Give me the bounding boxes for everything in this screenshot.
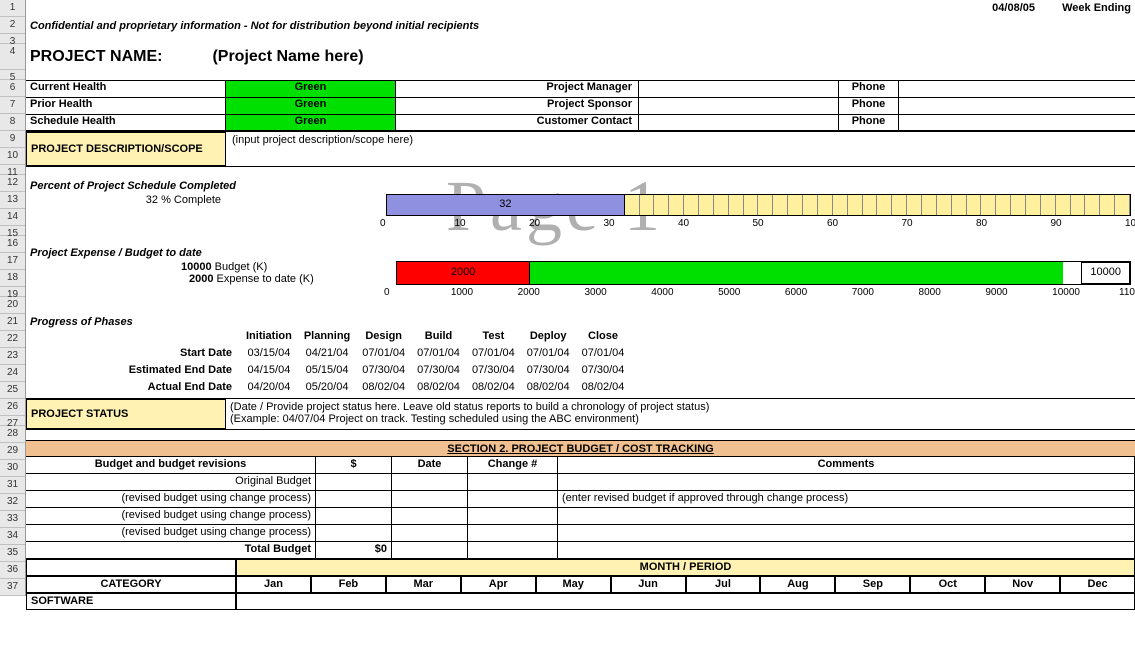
month-column-header: Jan [236,576,311,593]
month-column-header: Mar [386,576,461,593]
section-2-header: SECTION 2. PROJECT BUDGET / COST TRACKIN… [26,440,1135,457]
phase-column: Deploy07/01/0407/30/0408/02/04 [521,330,576,398]
category-software[interactable]: SOFTWARE [26,593,236,610]
health-row: Prior Health Green Project Sponsor Phone [26,97,1135,114]
phase-column: Design07/01/0407/30/0408/02/04 [356,330,411,398]
schedule-progress-remaining [625,195,1130,215]
phase-row-label: Estimated End Date [30,364,232,381]
budget-header: Comments [558,457,1135,473]
category-header: CATEGORY [26,576,236,593]
category-row: SOFTWARE [26,593,1135,610]
project-name-value[interactable]: (Project Name here) [212,48,363,66]
expense-bar-green [530,262,1063,284]
health-status[interactable]: Green [226,81,396,97]
month-column-header: Sep [835,576,910,593]
month-period-header: MONTH / PERIOD [236,559,1135,576]
phase-column: Initiation03/15/0404/15/0404/20/04 [240,330,298,398]
phase-column: Build07/01/0407/30/0408/02/04 [411,330,466,398]
budget-table: Budget and budget revisions $ Date Chang… [26,457,1135,559]
month-row: CATEGORY JanFebMarAprMayJunJulAugSepOctN… [26,576,1135,593]
phase-row-label: Actual End Date [30,381,232,398]
schedule-progress-bar: 32 [386,194,1131,216]
phase-column: Test07/01/0407/30/0408/02/04 [466,330,521,398]
row-numbers-gutter: 1234567891011121314151617181920212223242… [0,0,26,596]
budget-row: (revised budget using change process)(en… [26,491,1135,508]
expense-axis: 0100020003000400050006000700080009000100… [396,287,1131,303]
week-ending-label: Week Ending [1062,2,1131,14]
expense-label-text: Expense to date (K) [217,273,314,285]
project-status-label: PROJECT STATUS [26,399,226,429]
project-status-text[interactable]: (Date / Provide project status here. Lea… [226,399,1135,429]
phase-row-label: Start Date [30,347,232,364]
total-budget-value: $0 [316,542,392,558]
health-table: Current Health Green Project Manager Pho… [26,80,1135,131]
expense-label: Project Expense / Budget to date [26,247,202,259]
total-budget-label: Total Budget [26,542,316,558]
month-column-header: Nov [985,576,1060,593]
month-column-header: Dec [1060,576,1135,593]
budget-value: 10000 [181,261,212,273]
project-description-label: PROJECT DESCRIPTION/SCOPE [26,132,226,166]
month-column-header: Oct [910,576,985,593]
phases-table: Start Date Estimated End Date Actual End… [26,330,1135,398]
spreadsheet-body: Page 1 04/08/05 Week Ending Confidential… [26,0,1135,610]
schedule-axis: 0102030405060708090100 [386,218,1131,234]
budget-row: Original Budget [26,474,1135,491]
pct-complete-text: 32 % Complete [26,194,226,206]
phases-title: Progress of Phases [26,316,133,328]
health-row: Schedule Health Green Customer Contact P… [26,114,1135,131]
project-description-row: PROJECT DESCRIPTION/SCOPE (input project… [26,131,1135,167]
expense-value: 2000 [189,273,213,285]
schedule-completed-label: Percent of Project Schedule Completed [26,180,236,192]
project-name-label: PROJECT NAME: [26,48,162,66]
budget-header: $ [316,457,392,473]
month-column-header: Jun [611,576,686,593]
health-status[interactable]: Green [226,115,396,130]
expense-end-label: 10000 [1081,262,1130,284]
month-column-header: Jul [686,576,761,593]
project-description-input[interactable]: (input project description/scope here) [226,132,1135,166]
budget-label: Budget (K) [215,261,268,273]
phase-column: Close07/01/0407/30/0408/02/04 [576,330,631,398]
budget-row: (revised budget using change process) [26,525,1135,542]
project-status-row: PROJECT STATUS (Date / Provide project s… [26,398,1135,430]
health-row: Current Health Green Project Manager Pho… [26,80,1135,97]
month-column-header: Aug [760,576,835,593]
health-status[interactable]: Green [226,98,396,114]
confidential-notice: Confidential and proprietary information… [26,20,479,32]
month-column-header: Feb [311,576,386,593]
expense-bar-red: 2000 [397,262,530,284]
budget-header: Change # [468,457,558,473]
header-date: 04/08/05 [992,2,1035,14]
budget-header: Budget and budget revisions [26,457,316,473]
month-column-header: Apr [461,576,536,593]
budget-row: (revised budget using change process) [26,508,1135,525]
phase-column: Planning04/21/0405/15/0405/20/04 [298,330,356,398]
month-column-header: May [536,576,611,593]
budget-header: Date [392,457,468,473]
schedule-progress-fill: 32 [387,195,625,215]
expense-bar: 2000 10000 [396,261,1131,285]
